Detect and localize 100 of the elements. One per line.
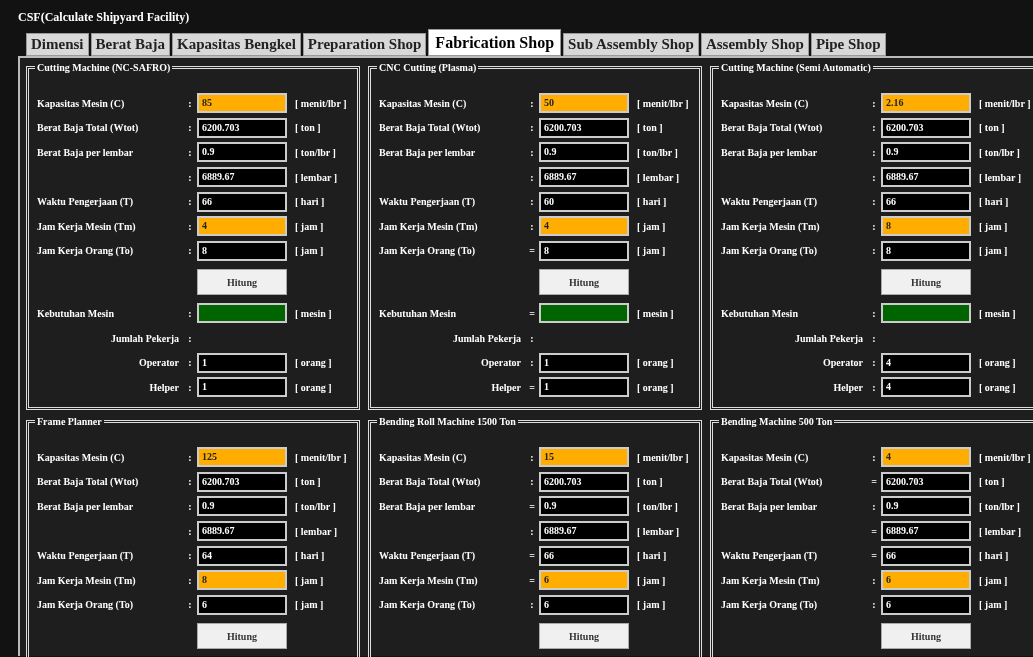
tab[interactable]: Preparation Shop [302,33,427,56]
input-field[interactable]: 6 [881,594,971,615]
input-field[interactable]: 6 [197,594,287,615]
calculate-button[interactable]: Hitung [539,269,629,296]
separator: : [187,331,193,346]
input-field[interactable]: 6889.67 [881,521,971,542]
input-field[interactable]: 1 [197,377,287,398]
input-field[interactable]: 6889.67 [197,167,287,188]
separator: : [529,96,535,111]
input-field[interactable]: 8 [881,216,971,237]
input-field[interactable]: 6 [539,570,629,591]
input-field[interactable]: 6 [881,570,971,591]
input-field[interactable]: 0.9 [539,142,629,163]
field-label: Berat Baja per lembar [721,500,819,514]
unit-label: [ orang ] [294,380,333,395]
input-field[interactable]: 66 [197,191,287,212]
calculate-button[interactable]: Hitung [197,623,287,650]
input-field[interactable]: 2.16 [881,93,971,114]
separator: : [871,121,877,136]
input-field[interactable]: 66 [539,545,629,566]
separator: : [871,306,877,321]
input-field[interactable]: 15 [539,447,629,468]
unit-label: [ jam ] [294,244,325,259]
tab[interactable]: Sub Assembly Shop [563,33,699,56]
unit-label: [ ton/lbr ] [978,146,1021,160]
field-label: Waktu Pengerjaan (T) [721,549,819,564]
tab[interactable]: Fabrication Shop [428,29,562,56]
input-field[interactable]: 6200.703 [539,471,629,492]
separator: : [187,573,193,588]
field-label: Berat Baja Total (Wtot) [37,475,140,490]
tab[interactable]: Kapasitas Bengkel [172,33,301,56]
group-label: Jumlah Pekerja [109,331,180,346]
tab[interactable]: Berat Baja [90,33,171,56]
unit-label: [ ton/lbr ] [294,500,337,514]
unit-label: [ ton/lbr ] [636,146,679,160]
unit-label: [ hari ] [294,549,326,564]
input-field[interactable]: 0.9 [881,142,971,163]
tab[interactable]: Dimensi [26,33,89,56]
separator: : [529,146,535,160]
input-field[interactable]: 4 [881,377,971,398]
input-field[interactable]: 6200.703 [881,471,971,492]
input-field[interactable]: 1 [539,352,629,373]
field-label: Berat Baja Total (Wtot) [721,121,824,136]
input-field[interactable]: 50 [539,93,629,114]
separator: : [187,146,193,160]
input-field[interactable]: 6889.67 [197,521,287,542]
input-field[interactable]: 0.9 [197,142,287,163]
input-field[interactable]: 1 [539,377,629,398]
tab[interactable]: Assembly Shop [700,33,809,56]
input-field[interactable]: 60 [539,191,629,212]
input-field[interactable]: 66 [881,545,971,566]
separator: : [187,96,193,111]
unit-label: [ ton ] [978,475,1006,490]
input-field[interactable]: 6 [539,594,629,615]
separator: : [871,96,877,111]
input-field[interactable]: 0.9 [197,496,287,517]
input-field[interactable]: 4 [539,216,629,237]
unit-label: [ ton/lbr ] [294,146,337,160]
input-field[interactable]: 6200.703 [197,471,287,492]
input-field[interactable]: 6200.703 [881,117,971,138]
input-field[interactable]: 6889.67 [539,167,629,188]
field-label: Kapasitas Mesin (C) [379,96,468,111]
input-field[interactable]: 64 [197,545,287,566]
separator: : [187,219,193,234]
calculate-button[interactable]: Hitung [881,623,971,650]
separator: : [529,450,535,465]
input-field[interactable]: 8 [539,240,629,261]
input-field[interactable]: 8 [197,240,287,261]
unit-label: [ lembar ] [978,524,1023,539]
unit-label: [ menit/lbr ] [636,96,690,111]
input-field[interactable]: 4 [881,447,971,468]
input-field[interactable]: 1 [197,352,287,373]
input-field[interactable]: 66 [881,191,971,212]
separator: : [529,524,535,539]
input-field[interactable]: 4 [197,216,287,237]
separator: : [871,356,877,371]
calculate-button[interactable]: Hitung [539,623,629,650]
separator: : [187,598,193,613]
input-field[interactable]: 8 [881,240,971,261]
unit-label: [ menit/lbr ] [294,450,348,465]
unit-label: [ jam ] [978,573,1009,588]
input-field[interactable]: 85 [197,93,287,114]
input-field[interactable]: 4 [881,352,971,373]
input-field[interactable]: 6200.703 [539,117,629,138]
input-field[interactable]: 0.9 [881,496,971,517]
calculate-button[interactable]: Hitung [197,269,287,296]
field-label: Berat Baja Total (Wtot) [721,475,824,490]
tab[interactable]: Pipe Shop [810,33,886,56]
field-label: Berat Baja per lembar [37,146,135,160]
input-field[interactable]: 125 [197,447,287,468]
input-field[interactable]: 6889.67 [539,521,629,542]
input-field[interactable]: 6200.703 [197,117,287,138]
calculate-button[interactable]: Hitung [881,269,971,296]
input-field[interactable]: 6889.67 [881,167,971,188]
field-label: Berat Baja per lembar [379,146,477,160]
field-label: Helper [832,380,864,395]
unit-label: [ lembar ] [294,524,339,539]
panel-title: CNC Cutting (Plasma) [377,60,479,75]
input-field[interactable]: 0.9 [539,496,629,517]
input-field[interactable]: 8 [197,570,287,591]
